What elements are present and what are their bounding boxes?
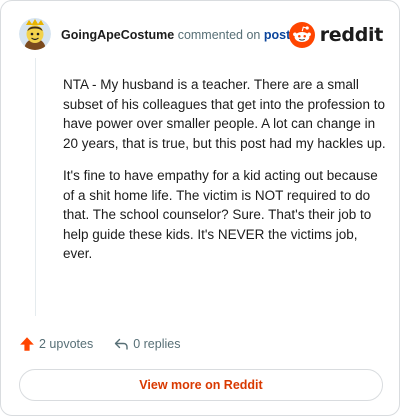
comment-body: NTA - My husband is a teacher. There are… — [63, 75, 389, 277]
comment-embed-card: GoingApeCostume commented on post reddit… — [0, 0, 400, 416]
post-link[interactable]: post — [264, 28, 290, 42]
comment-actions: 2 upvotes 0 replies — [19, 335, 180, 353]
view-more-button[interactable]: View more on Reddit — [19, 369, 383, 401]
upvote-count: 2 upvotes — [39, 337, 94, 351]
comment-meta: GoingApeCostume commented on post — [61, 27, 290, 43]
upvote-button[interactable]: 2 upvotes — [19, 336, 93, 352]
comment-paragraph: It's fine to have empathy for a kid acti… — [63, 168, 378, 261]
author-name[interactable]: GoingApeCostume — [61, 28, 174, 42]
reply-icon — [115, 338, 128, 350]
reddit-logo-icon — [288, 22, 315, 48]
replies-button[interactable]: 0 replies — [113, 336, 180, 352]
commented-on-text: commented on — [177, 28, 261, 42]
reddit-wordmark: reddit — [319, 24, 384, 46]
comment-header: GoingApeCostume commented on post reddit — [19, 18, 387, 52]
upvote-arrow-icon — [20, 337, 34, 351]
reply-count: 0 replies — [133, 337, 181, 351]
thread-line — [35, 58, 36, 316]
comment-paragraph: NTA - My husband is a teacher. There are… — [63, 77, 386, 151]
reddit-logo[interactable]: reddit — [288, 21, 384, 49]
avatar[interactable] — [19, 18, 51, 50]
